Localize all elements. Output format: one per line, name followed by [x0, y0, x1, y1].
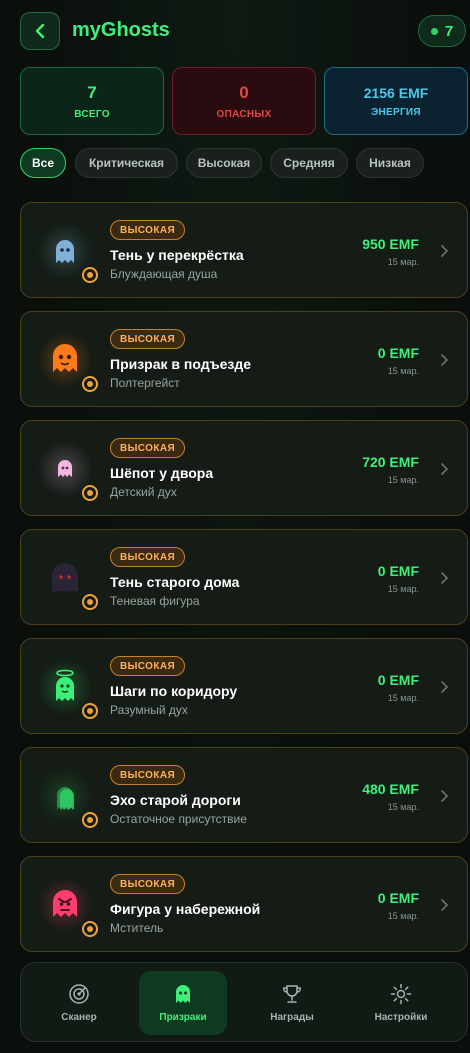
nav-rewards[interactable]: Награды — [248, 971, 336, 1035]
app-title: myGhosts — [72, 19, 170, 41]
chevron-left-icon — [35, 23, 45, 39]
ghost-type: Мститель — [110, 921, 164, 935]
target-icon — [82, 376, 98, 392]
ghost-card[interactable]: ВЫСОКАЯ Шёпот у двора Детский дух 720 EM… — [20, 420, 468, 516]
ghost-date: 15 мар. — [387, 802, 419, 812]
stat-total-value: 7 — [87, 82, 97, 102]
stat-danger-value: 0 — [239, 82, 249, 102]
chevron-right-icon — [441, 354, 449, 366]
ghost-card[interactable]: ВЫСОКАЯ Тень у перекрёстка Блуждающая ду… — [20, 202, 468, 298]
stat-danger-label: ОПАСНЫХ — [216, 108, 272, 120]
ghost-emf: 480 EMF — [362, 781, 419, 797]
filter-chip-medium[interactable]: Средняя — [270, 148, 348, 178]
stat-energy-label: ЭНЕРГИЯ — [371, 106, 421, 118]
danger-level-badge: ВЫСОКАЯ — [110, 874, 186, 894]
nav-ghosts-label: Призраки — [159, 1012, 207, 1023]
ghost-date: 15 мар. — [387, 693, 419, 703]
filter-chip-low[interactable]: Низкая — [356, 148, 424, 178]
ghost-date: 15 мар. — [387, 366, 419, 376]
ghost-type: Детский дух — [110, 485, 177, 499]
chevron-right-icon — [441, 463, 449, 475]
stat-energy-card: 2156 EMF ЭНЕРГИЯ — [324, 67, 468, 135]
nav-scanner[interactable]: Сканер — [35, 971, 123, 1035]
nav-rewards-label: Награды — [270, 1012, 314, 1023]
bottom-nav: Сканер Призраки Награды Настройки — [20, 962, 468, 1042]
ghost-emf: 0 EMF — [377, 563, 419, 579]
ghost-type: Полтергейст — [110, 376, 180, 390]
chevron-right-icon — [441, 245, 449, 257]
radar-icon — [69, 984, 89, 1004]
stat-energy-value: 2156 EMF — [363, 84, 429, 101]
ghost-card[interactable]: ВЫСОКАЯ Фигура у набережной Мститель 0 E… — [20, 856, 468, 952]
nav-scanner-label: Сканер — [61, 1012, 97, 1023]
ghost-emf: 720 EMF — [362, 454, 419, 470]
nav-settings-label: Настройки — [374, 1012, 428, 1023]
header: myGhosts 7 7 ВСЕГО 0 ОПАСНЫХ 2156 EMF ЭН… — [0, 0, 470, 196]
ghost-date: 15 мар. — [387, 911, 419, 921]
ghost-emf: 0 EMF — [377, 672, 419, 688]
trophy-icon — [283, 985, 301, 1003]
ghost-emf: 0 EMF — [377, 345, 419, 361]
ghost-card[interactable]: ВЫСОКАЯ Призрак в подъезде Полтергейст 0… — [20, 311, 468, 407]
ghost-date: 15 мар. — [387, 257, 419, 267]
ghost-type: Разумный дух — [110, 703, 188, 717]
ghost-date: 15 мар. — [387, 584, 419, 594]
status-dot-icon — [430, 27, 438, 35]
ghost-name: Призрак в подъезде — [110, 356, 252, 372]
settings-icon — [390, 983, 412, 1005]
app-root: myGhosts 7 7 ВСЕГО 0 ОПАСНЫХ 2156 EMF ЭН… — [0, 0, 470, 1053]
back-button[interactable] — [20, 12, 60, 50]
chevron-right-icon — [441, 790, 449, 802]
ghost-type: Блуждающая душа — [110, 267, 218, 281]
ghost-name: Тень старого дома — [110, 574, 240, 590]
ghost-name: Шёпот у двора — [110, 465, 214, 481]
nav-ghosts[interactable]: Призраки — [139, 971, 227, 1035]
filter-chip-high[interactable]: Высокая — [186, 148, 262, 178]
target-icon — [82, 594, 98, 610]
ghost-count-value: 7 — [444, 22, 454, 40]
nav-settings[interactable]: Настройки — [357, 971, 445, 1035]
ghost-name: Фигура у набережной — [110, 901, 261, 917]
ghost-count-badge[interactable]: 7 — [418, 15, 466, 47]
chevron-right-icon — [441, 899, 449, 911]
ghost-type: Теневая фигура — [110, 594, 200, 608]
filter-chip-critical[interactable]: Критическая — [75, 148, 178, 178]
chevron-right-icon — [441, 572, 449, 584]
chevron-right-icon — [441, 681, 449, 693]
target-icon — [82, 812, 98, 828]
stat-danger-card: 0 ОПАСНЫХ — [172, 67, 316, 135]
ghost-card[interactable]: ВЫСОКАЯ Эхо старой дороги Остаточное при… — [20, 747, 468, 843]
danger-level-badge: ВЫСОКАЯ — [110, 765, 186, 785]
danger-level-badge: ВЫСОКАЯ — [110, 656, 186, 676]
target-icon — [82, 921, 98, 937]
target-icon — [82, 703, 98, 719]
target-icon — [82, 267, 98, 283]
ghost-emf: 0 EMF — [377, 890, 419, 906]
target-icon — [82, 485, 98, 501]
ghost-emf: 950 EMF — [362, 236, 419, 252]
stat-total-card: 7 ВСЕГО — [20, 67, 164, 135]
danger-level-badge: ВЫСОКАЯ — [110, 438, 186, 458]
ghost-icon — [176, 985, 190, 1003]
ghost-name: Эхо старой дороги — [110, 792, 241, 808]
ghost-name: Тень у перекрёстка — [110, 247, 244, 263]
ghost-date: 15 мар. — [387, 475, 419, 485]
ghost-type: Остаточное присутствие — [110, 812, 247, 826]
filter-chip-all[interactable]: Все — [20, 148, 66, 178]
ghost-card[interactable]: ВЫСОКАЯ Тень старого дома Теневая фигура… — [20, 529, 468, 625]
danger-level-badge: ВЫСОКАЯ — [110, 547, 186, 567]
danger-level-badge: ВЫСОКАЯ — [110, 220, 186, 240]
ghost-name: Шаги по коридору — [110, 683, 238, 699]
ghost-card[interactable]: ВЫСОКАЯ Шаги по коридору Разумный дух 0 … — [20, 638, 468, 734]
stat-total-label: ВСЕГО — [74, 108, 110, 120]
danger-level-badge: ВЫСОКАЯ — [110, 329, 186, 349]
